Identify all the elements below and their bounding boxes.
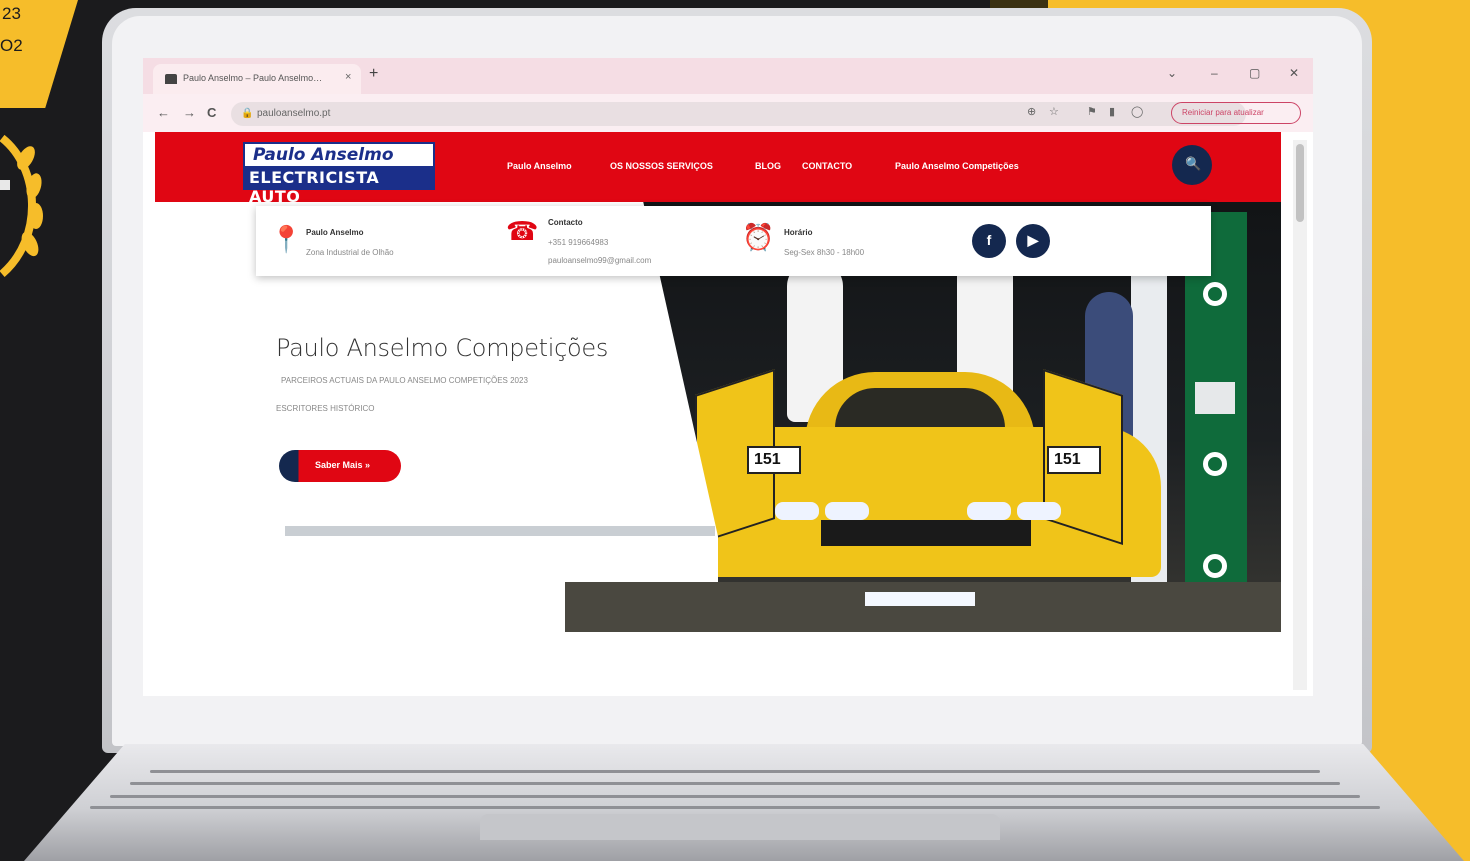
info-strip: 📍 Paulo Anselmo Zona Industrial de Olhão… — [256, 206, 1211, 276]
close-window-button[interactable]: ✕ — [1289, 66, 1299, 80]
facebook-button[interactable]: f — [972, 224, 1006, 258]
phone-icon: ☎ — [506, 216, 539, 246]
rally-number-text: 151 — [1054, 451, 1081, 468]
logo-top: Paulo Anselmo — [243, 142, 435, 166]
bookmark-star-icon[interactable]: ☆ — [1049, 105, 1059, 118]
car-light-bar — [865, 592, 975, 606]
scrollbar[interactable] — [1293, 140, 1307, 690]
year-badge-line2: O2 — [0, 36, 23, 55]
nav-item-paulo-anselmo[interactable]: Paulo Anselmo — [507, 161, 572, 171]
new-tab-button[interactable]: + — [369, 65, 378, 83]
clock-icon: ⏰ — [742, 222, 775, 252]
maximize-button[interactable]: ▢ — [1249, 66, 1260, 80]
nav-item-competicoes[interactable]: Paulo Anselmo Competições — [895, 161, 1019, 171]
hours-label: Horário — [784, 228, 813, 237]
site-logo[interactable]: Paulo Anselmo ELECTRICISTA AUTO — [243, 142, 435, 206]
contact-email[interactable]: pauloanselmo99@gmail.com — [548, 256, 651, 265]
sponsor-logo — [1203, 452, 1227, 476]
nav-item-servicos[interactable]: OS NOSSOS SERVIÇOS — [610, 161, 713, 171]
hero-title: Paulo Anselmo Competições — [276, 334, 609, 362]
tab-title: Paulo Anselmo – Paulo Anselmo… — [183, 73, 323, 83]
sponsor-logo — [1195, 382, 1235, 414]
hero-subtitle: PARCEIROS ACTUAIS DA PAULO ANSELMO COMPE… — [281, 376, 528, 385]
browser-tab-bar: Paulo Anselmo – Paulo Anselmo… × + ⌄ – ▢… — [143, 58, 1313, 94]
url-text[interactable]: pauloanselmo.pt — [257, 108, 330, 119]
contact-label: Contacto — [548, 218, 583, 227]
scrollbar-thumb[interactable] — [1296, 144, 1304, 222]
ground — [565, 582, 1281, 632]
keyboard-row — [150, 770, 1320, 773]
car-headlight — [775, 502, 819, 520]
laptop-keyboard-base — [24, 744, 1464, 861]
forward-button[interactable]: → — [183, 105, 196, 120]
sidebar-icon[interactable]: ▮ — [1109, 105, 1115, 118]
nav-item-contacto[interactable]: CONTACTO — [802, 161, 852, 171]
tab-close-icon[interactable]: × — [345, 71, 351, 83]
contact-phone[interactable]: +351 919664983 — [548, 238, 608, 247]
browser-toolbar: ← → C 🔒 pauloanselmo.pt ⊕ ☆ ⚑ ▮ ◯ Reinic… — [143, 94, 1313, 132]
hours-value: Seg-Sex 8h30 - 18h00 — [784, 248, 865, 257]
update-button[interactable]: Reiniciar para atualizar — [1171, 102, 1301, 124]
location-pin-icon: 📍 — [270, 224, 303, 254]
trackpad — [480, 814, 1000, 840]
browser-tab[interactable]: Paulo Anselmo – Paulo Anselmo… × — [153, 64, 361, 94]
rally-number-left: 151 — [747, 446, 801, 474]
car-headlight — [825, 502, 869, 520]
reload-button[interactable]: C — [207, 105, 216, 120]
search-icon: 🔍 — [1185, 156, 1202, 171]
site-header: Paulo Anselmo ELECTRICISTA AUTO Paulo An… — [155, 132, 1281, 206]
saber-mais-label: Saber Mais » — [315, 460, 371, 470]
search-button[interactable]: 🔍 — [1172, 145, 1212, 185]
rally-number-right: 151 — [1047, 446, 1101, 474]
car-grille — [821, 520, 1031, 546]
laurel-award-icon — [0, 134, 43, 278]
logo-tagline: ELECTRICISTA AUTO — [249, 168, 380, 206]
profile-avatar-icon[interactable]: ◯ — [1131, 105, 1143, 118]
rally-number-text: 151 — [754, 451, 781, 468]
car-headlight — [1017, 502, 1061, 520]
minimize-button[interactable]: – — [1211, 66, 1218, 80]
hero-subtitle-2: ESCRITORES HISTÓRICO — [276, 404, 375, 413]
year-badge-line1: 23 — [2, 4, 21, 23]
youtube-icon: ▶ — [1027, 232, 1039, 248]
car-headlight — [967, 502, 1011, 520]
location-value: Zona Industrial de Olhão — [306, 248, 394, 257]
keyboard-row — [110, 795, 1360, 798]
back-button[interactable]: ← — [157, 105, 170, 120]
youtube-button[interactable]: ▶ — [1016, 224, 1050, 258]
sponsor-logo — [1203, 554, 1227, 578]
extension-icon[interactable]: ⚑ — [1087, 105, 1097, 118]
hero-decorative-bar — [285, 526, 715, 536]
logo-bottom: ELECTRICISTA AUTO — [243, 166, 435, 206]
logo-name: Paulo Anselmo — [253, 145, 394, 165]
keyboard-row — [90, 806, 1380, 809]
update-button-label: Reiniciar para atualizar — [1182, 108, 1264, 117]
translate-icon[interactable]: ⊕ — [1027, 105, 1036, 118]
tab-favicon-icon — [165, 74, 177, 84]
lock-icon[interactable]: 🔒 — [241, 108, 253, 119]
location-label: Paulo Anselmo — [306, 228, 364, 237]
facebook-icon: f — [986, 232, 992, 248]
tab-search-icon[interactable]: ⌄ — [1167, 66, 1177, 80]
sponsor-logo — [1203, 282, 1227, 306]
nav-item-blog[interactable]: BLOG — [755, 161, 781, 171]
saber-mais-button[interactable]: Saber Mais » — [279, 450, 401, 482]
keyboard-row — [130, 782, 1340, 785]
laptop-screen: Paulo Anselmo – Paulo Anselmo… × + ⌄ – ▢… — [143, 58, 1313, 696]
